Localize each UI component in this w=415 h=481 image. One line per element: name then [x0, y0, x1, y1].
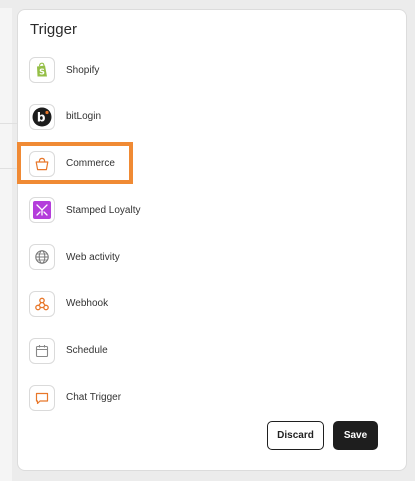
svg-text:S: S — [39, 67, 45, 76]
shopify-icon: S — [29, 57, 55, 83]
trigger-list: S Shopify b bitLogin Commerce Stamped Lo… — [29, 56, 141, 430]
trigger-item-bitlogin[interactable]: b bitLogin — [29, 103, 141, 131]
discard-button[interactable]: Discard — [267, 421, 324, 450]
trigger-label: Chat Trigger — [66, 392, 122, 404]
trigger-label: Stamped Loyalty — [66, 204, 141, 216]
trigger-dialog: Trigger S Shopify b bitLogin Commerce St… — [17, 9, 407, 471]
bitlogin-icon: b — [29, 103, 55, 130]
trigger-label: Shopify — [66, 64, 100, 76]
trigger-label: Web activity — [66, 251, 120, 263]
trigger-item-schedule[interactable]: Schedule — [29, 337, 141, 365]
calendar-icon — [29, 337, 55, 364]
trigger-item-stamped-loyalty[interactable]: Stamped Loyalty — [29, 196, 141, 224]
trigger-item-web-activity[interactable]: Web activity — [29, 243, 141, 271]
trigger-label: Commerce — [66, 158, 115, 170]
trigger-item-shopify[interactable]: S Shopify — [29, 56, 141, 84]
webhook-icon — [29, 290, 55, 317]
background-divider — [0, 168, 18, 169]
globe-icon — [29, 244, 55, 271]
background-divider — [0, 123, 18, 124]
trigger-item-webhook[interactable]: Webhook — [29, 290, 141, 318]
chat-bubble-icon — [29, 384, 55, 411]
background-panel — [0, 8, 12, 481]
trigger-item-commerce[interactable]: Commerce — [29, 150, 141, 178]
trigger-label: bitLogin — [66, 111, 102, 123]
stamped-icon — [29, 197, 55, 224]
basket-icon — [29, 150, 55, 177]
svg-text:b: b — [37, 110, 46, 124]
dialog-title: Trigger — [30, 21, 77, 38]
trigger-label: Schedule — [66, 345, 108, 357]
trigger-item-chat-trigger[interactable]: Chat Trigger — [29, 384, 141, 412]
save-button[interactable]: Save — [333, 421, 378, 450]
trigger-label: Webhook — [66, 298, 109, 310]
